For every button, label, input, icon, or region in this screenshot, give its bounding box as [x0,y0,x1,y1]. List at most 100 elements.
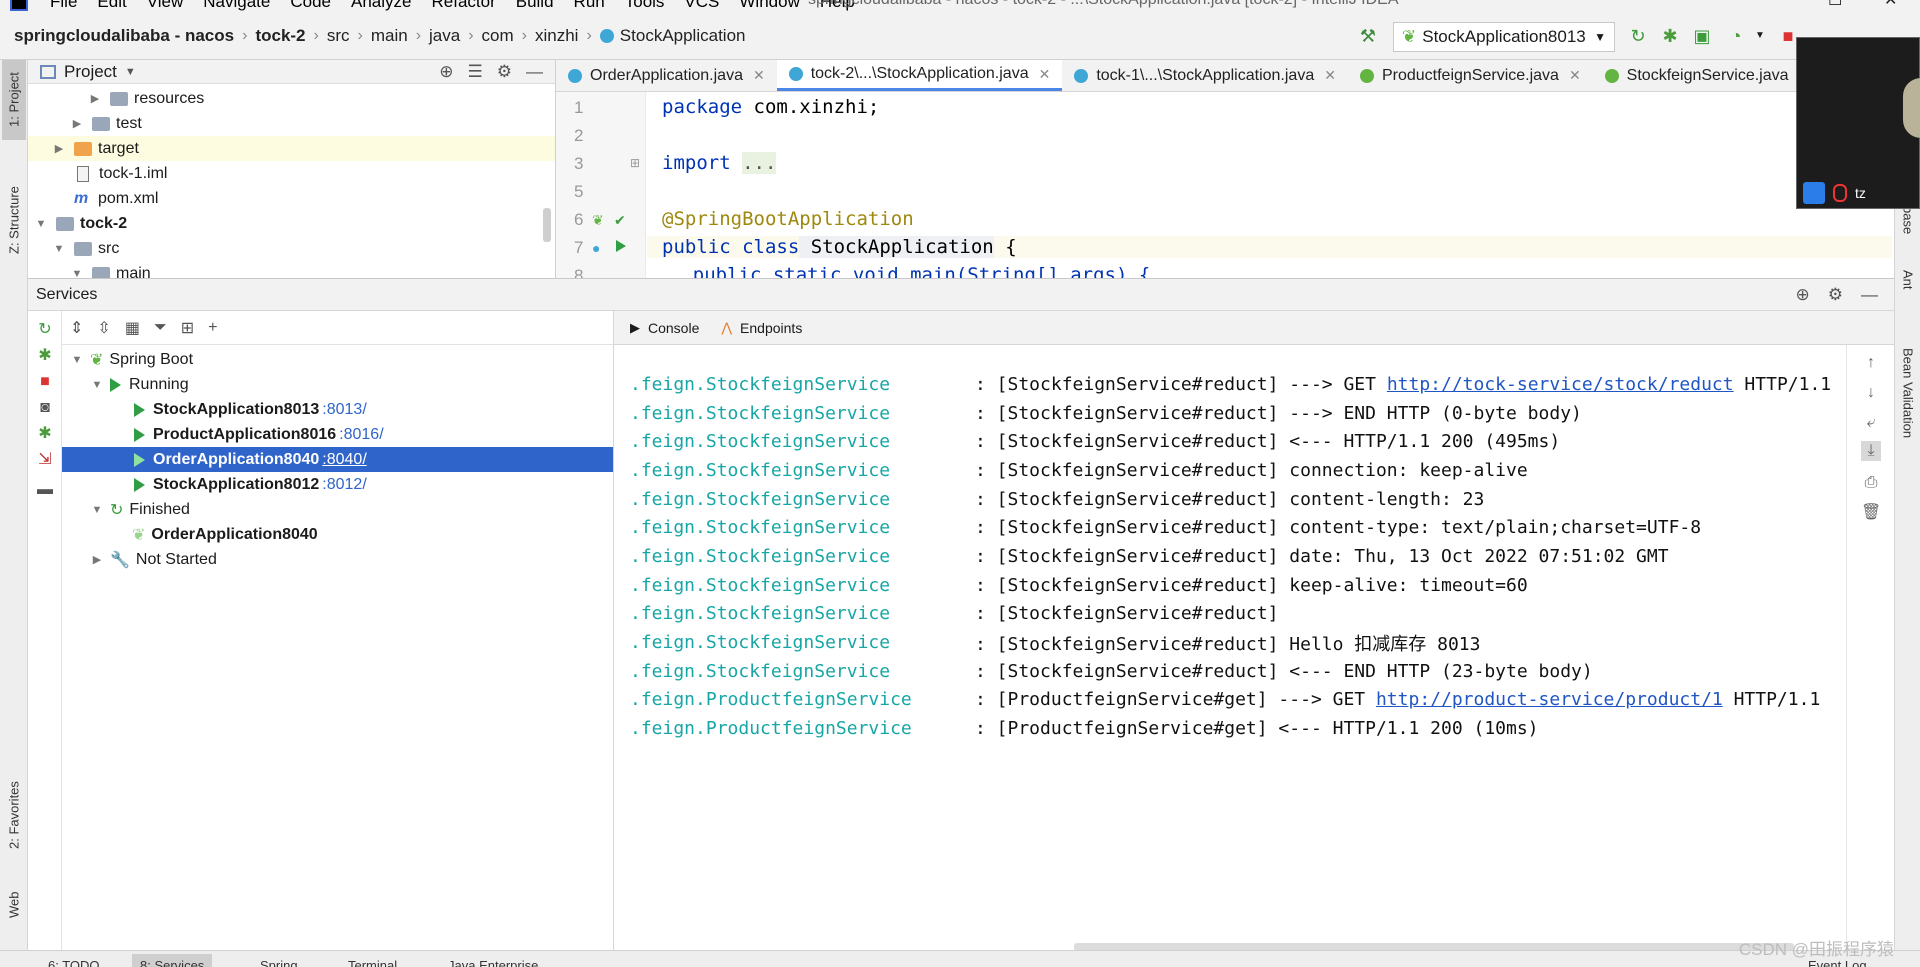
project-tree-item[interactable]: ▼ tock-2 [28,211,555,236]
breadcrumb-item[interactable]: tock-2 [255,26,305,46]
video-call-overlay[interactable]: tz [1796,37,1920,209]
layout-icon[interactable]: ▬ [36,481,54,499]
editor-tab[interactable]: OrderApplication.java ✕ [556,60,777,91]
breadcrumb-item[interactable]: springcloudalibaba - nacos [14,26,234,46]
rerun-icon[interactable]: ↻ [36,321,54,339]
hide-panel-icon[interactable]: — [1861,285,1878,305]
tree-node-running[interactable]: ▼ Running [62,372,613,397]
filter-icon[interactable]: ⏷ [154,319,167,337]
maximize-icon[interactable]: ☐ [1828,0,1842,10]
collapse-all-icon[interactable]: ⇳ [97,318,110,338]
add-icon[interactable]: + [208,319,217,337]
tree-node-spring-boot[interactable]: ▼ ❦ Spring Boot [62,347,613,372]
tool-tab-project[interactable]: 1: Project [2,60,26,140]
port-link[interactable]: :8013/ [322,401,366,419]
menu-code[interactable]: Code [290,0,331,12]
chevron-down-icon[interactable]: ▼ [125,66,136,78]
close-tab-icon[interactable]: ✕ [1569,67,1581,84]
project-tree-item[interactable]: m pom.xml [28,186,555,211]
menu-navigate[interactable]: Navigate [203,0,270,12]
trash-icon[interactable]: 🗑 [1861,503,1881,523]
running-app-row[interactable]: OrderApplication8040:8040/ [62,447,613,472]
tree-node-not-started[interactable]: ▶ 🔧 Not Started [62,547,613,572]
camera-icon[interactable]: ◙ [36,399,54,417]
debug-icon[interactable]: ✱ [1660,26,1680,46]
tool-tab-ant[interactable]: Ant [1897,255,1919,305]
port-link[interactable]: :8016/ [339,426,383,444]
rerun-icon[interactable]: ↻ [1628,26,1648,46]
breadcrumb-item[interactable]: xinzhi [535,26,578,46]
tool-tab-todo[interactable]: 6: TODO [40,954,108,967]
tool-tab-terminal[interactable]: Terminal [340,954,405,967]
gear-icon[interactable]: ⚙ [1828,285,1843,305]
folded-imports[interactable]: ... [742,152,777,174]
run-gutter-icon[interactable]: ✔ [614,212,630,228]
running-app-row[interactable]: StockApplication8013:8013/ [62,397,613,422]
running-app-row[interactable]: ProductApplication8016:8016/ [62,422,613,447]
run-class-icon[interactable] [616,240,632,256]
build-hammer-icon[interactable]: ⚒ [1358,26,1378,46]
chevron-down-icon[interactable]: ▼ [52,243,66,255]
chevron-down-icon[interactable]: ▼ [70,354,84,366]
menu-tools[interactable]: Tools [625,0,665,12]
hide-panel-icon[interactable]: — [526,62,543,82]
project-tree-item[interactable]: ▶ target [28,136,555,161]
project-scrollbar[interactable] [543,208,551,242]
tool-tab-services[interactable]: 8: Services [132,954,213,967]
log-url-link[interactable]: http://tock-service/stock/reduct [1387,374,1734,395]
tool-tab-web[interactable]: Web [2,880,26,930]
running-app-row[interactable]: StockApplication8012:8012/ [62,472,613,497]
tool-tab-structure[interactable]: Z: Structure [2,170,26,270]
arrow-up-icon[interactable]: ↑ [1861,353,1881,373]
close-tab-icon[interactable]: ✕ [1324,67,1336,84]
menu-run[interactable]: Run [574,0,605,12]
debug-icon[interactable]: ✱ [36,347,54,365]
locate-file-icon[interactable]: ⊕ [439,62,453,82]
tool-tab-favorites[interactable]: 2: Favorites [2,760,26,870]
spring-context-icon[interactable]: ● [592,240,608,256]
console-output[interactable]: .feign.StockfeignService: [StockfeignSer… [614,345,1844,951]
project-tree-item[interactable]: ▶ test [28,111,555,136]
more-run-actions-icon[interactable]: ▼ [1750,26,1770,46]
menu-analyze[interactable]: Analyze [351,0,411,12]
breadcrumb-item[interactable]: main [371,26,408,46]
editor-tab[interactable]: StockfeignService.java [1593,60,1801,91]
group-by-icon[interactable]: ▦ [125,318,140,338]
chevron-down-icon[interactable]: ▼ [90,504,104,516]
editor-tab[interactable]: ProductfeignService.java ✕ [1348,60,1593,91]
spring-bean-icon[interactable]: ❦ [592,212,608,228]
menu-vcs[interactable]: VCS [684,0,719,12]
chevron-down-icon[interactable]: ▼ [34,218,48,230]
breadcrumb-item[interactable]: java [429,26,460,46]
stop-icon[interactable]: ■ [1778,26,1798,46]
menu-window[interactable]: Window [739,0,799,12]
soft-wrap-icon[interactable]: ⤶ [1861,413,1881,433]
tab-endpoints[interactable]: ⋀ Endpoints [721,320,802,336]
fold-icon[interactable]: ⊞ [630,156,646,172]
run-coverage-icon[interactable]: ▣ [1692,26,1712,46]
close-tab-icon[interactable]: ✕ [1039,66,1051,83]
chevron-right-icon[interactable]: ▶ [70,117,84,130]
chevron-right-icon[interactable]: ▶ [88,92,102,105]
menu-refactor[interactable]: Refactor [431,0,495,12]
menu-view[interactable]: View [147,0,184,12]
tab-console[interactable]: ▶ Console [630,320,699,336]
code-area[interactable]: 1 2 3 5 6 7 8 ❦ ✔ ● ⊞ package com.xinzhi… [556,92,1894,278]
project-tree-item[interactable]: ▼ src [28,236,555,261]
close-window-icon[interactable]: ✕ [1884,0,1897,10]
tool-tab-bean-validation[interactable]: Bean Validation [1897,328,1919,458]
tool-tab-spring[interactable]: Spring [252,954,306,967]
chevron-right-icon[interactable]: ▶ [52,142,66,155]
log-url-link[interactable]: http://product-service/product/1 [1376,689,1723,710]
arrow-down-icon[interactable]: ↓ [1861,383,1881,403]
close-tab-icon[interactable]: ✕ [753,67,765,84]
chevron-down-icon[interactable]: ▼ [70,268,84,279]
menu-edit[interactable]: Edit [97,0,126,12]
breadcrumb-item[interactable]: src [327,26,350,46]
chevron-down-icon[interactable]: ▼ [90,379,104,391]
editor-tab[interactable]: tock-1\...\StockApplication.java ✕ [1062,60,1348,91]
run-configuration-select[interactable]: ❦ StockApplication8013 ▼ [1393,22,1615,52]
port-link[interactable]: :8040/ [322,451,366,469]
stop-icon[interactable]: ■ [36,373,54,391]
scroll-to-end-icon[interactable]: ⤓ [1861,441,1881,461]
